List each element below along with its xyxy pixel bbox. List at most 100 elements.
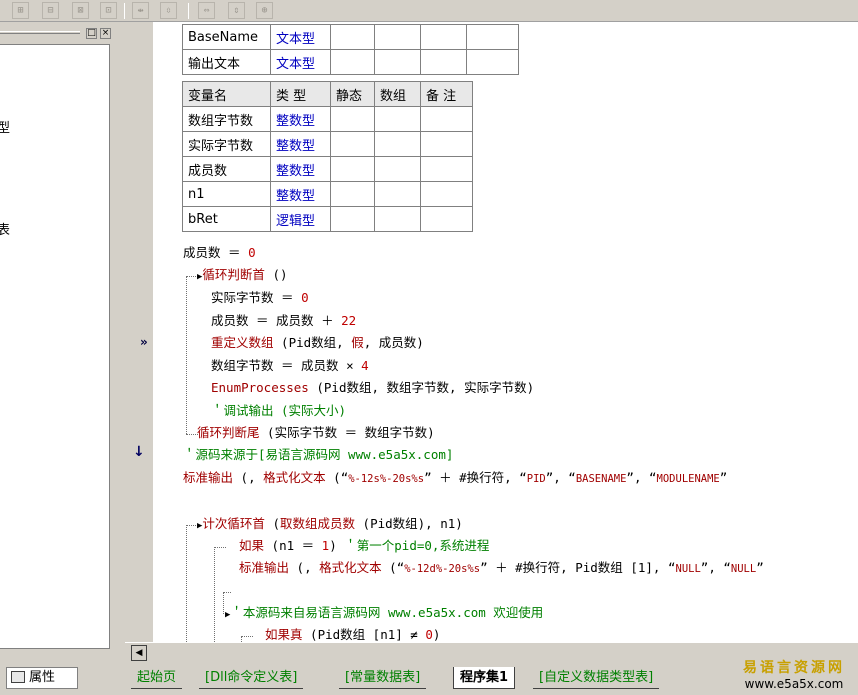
table-row[interactable]: n1 整数型	[182, 181, 473, 207]
code-number: 0	[301, 290, 309, 305]
code-line[interactable]: ＇调试输出 (实际大小)	[211, 401, 346, 421]
code-string: MODULENAME	[656, 473, 720, 485]
array-cell[interactable]	[374, 49, 421, 75]
array-cell[interactable]	[374, 181, 421, 207]
ref-cell[interactable]	[420, 49, 467, 75]
code-line[interactable]: 标准输出 (, 格式化文本 (“%-12s%-20s%s” ＋ #换行符, “P…	[183, 468, 727, 488]
header-cell: 静态	[330, 81, 375, 107]
property-tab[interactable]: 属性	[6, 667, 78, 689]
static-cell[interactable]	[330, 156, 375, 182]
remark-cell[interactable]	[466, 49, 519, 75]
code-number: 4	[361, 358, 369, 373]
close-icon[interactable]: ×	[100, 28, 111, 39]
code-text: ”, “	[545, 470, 576, 485]
tab-constants[interactable]: [常量数据表]	[339, 667, 427, 689]
code-line[interactable]: 成员数 ＝ 成员数 ＋ 22	[211, 311, 356, 331]
space-vertical-icon[interactable]: ⇳	[160, 2, 177, 19]
same-height-icon[interactable]: ⇕	[228, 2, 245, 19]
code-area[interactable]: BaseName 文本型 输出文本 文本型 变量名 类 型 静态 数组 备 注 …	[153, 22, 858, 642]
static-cell[interactable]	[330, 181, 375, 207]
remark-cell[interactable]	[420, 181, 473, 207]
if-guide	[223, 592, 231, 593]
array-cell[interactable]	[374, 106, 421, 132]
var-name-cell[interactable]: 实际字节数	[182, 131, 271, 157]
tab-start-page[interactable]: 起始页	[131, 667, 183, 689]
remark-cell[interactable]	[420, 131, 473, 157]
code-text: ()	[264, 267, 288, 282]
table-row[interactable]: 实际字节数 整数型	[182, 131, 473, 157]
var-type-cell[interactable]: 整数型	[270, 156, 331, 182]
array-cell[interactable]	[374, 24, 421, 50]
var-type-cell[interactable]: 整数型	[270, 131, 331, 157]
var-type-cell[interactable]: 整数型	[270, 106, 331, 132]
var-type-cell[interactable]: 逻辑型	[270, 206, 331, 232]
code-line[interactable]: ▶计次循环首 (取数组成员数 (Pid数组), n1)	[197, 514, 463, 534]
code-keyword: 格式化文本	[319, 560, 382, 575]
var-name-cell[interactable]: n1	[182, 181, 271, 207]
code-text: )	[329, 538, 345, 553]
var-name-cell[interactable]: 输出文本	[182, 49, 271, 75]
align-center-icon[interactable]: ⊟	[42, 2, 59, 19]
array-cell[interactable]	[374, 206, 421, 232]
scroll-left-icon[interactable]: ◀	[131, 645, 147, 661]
code-line[interactable]: 循环判断尾 (实际字节数 ＝ 数组字节数)	[197, 423, 435, 443]
remark-cell[interactable]	[466, 24, 519, 50]
panel-grip[interactable]	[0, 31, 80, 34]
var-type-cell[interactable]: 整数型	[270, 181, 331, 207]
code-line[interactable]: 重定义数组 (Pid数组, 假, 成员数)	[211, 333, 424, 353]
code-line[interactable]: 如果 (n1 ＝ 1) ＇第一个pid=0,系统进程	[239, 536, 489, 556]
code-line[interactable]: 如果真 (Pid数组 [n1] ≠ 0)	[265, 625, 440, 642]
align-bottom-icon[interactable]: ⊡	[100, 2, 117, 19]
code-keyword: 标准输出	[183, 470, 234, 485]
space-horizontal-icon[interactable]: ⇹	[132, 2, 149, 19]
editor-gutter: » ↓	[125, 22, 153, 642]
static-cell[interactable]	[330, 131, 375, 157]
code-text: 成员数 ＝ 成员数 ＋	[211, 313, 342, 328]
align-top-icon[interactable]: ⊠	[72, 2, 89, 19]
align-left-icon[interactable]: ⊞	[12, 2, 29, 19]
code-editor[interactable]: » ↓ BaseName 文本型 输出文本 文本型 变量名 类 型 静态 数组 …	[125, 22, 858, 642]
code-line[interactable]: 数组字节数 ＝ 成员数 × 4	[211, 356, 369, 376]
table-row[interactable]: 输出文本 文本型	[182, 49, 519, 75]
code-text: ” ＋ #换行符, “	[424, 470, 527, 485]
code-text: (“	[381, 560, 405, 575]
code-number: 0	[425, 627, 433, 642]
table-row[interactable]: 成员数 整数型	[182, 156, 473, 182]
restore-icon[interactable]: □	[86, 28, 97, 39]
code-line[interactable]: 实际字节数 ＝ 0	[211, 288, 309, 308]
table-row[interactable]: bRet 逻辑型	[182, 206, 473, 232]
ref-cell[interactable]	[420, 24, 467, 50]
static-cell[interactable]	[330, 206, 375, 232]
remark-cell[interactable]	[420, 156, 473, 182]
var-name-cell[interactable]: bRet	[182, 206, 271, 232]
same-size-icon[interactable]: ⊕	[256, 2, 273, 19]
code-string: NULL	[675, 563, 701, 575]
code-line[interactable]: ▶循环判断首 ()	[197, 265, 288, 285]
remark-cell[interactable]	[420, 206, 473, 232]
code-text: (n1 ＝	[264, 538, 322, 553]
code-line[interactable]: EnumProcesses (Pid数组, 数组字节数, 实际字节数)	[211, 378, 534, 398]
var-name-cell[interactable]: 数组字节数	[182, 106, 271, 132]
panel-title-bar: □ ×	[0, 26, 117, 40]
array-cell[interactable]	[374, 156, 421, 182]
var-type-cell[interactable]: 文本型	[270, 49, 331, 75]
code-line[interactable]: 标准输出 (, 格式化文本 (“%-12d%-20s%s” ＋ #换行符, Pi…	[239, 558, 764, 578]
static-cell[interactable]	[330, 106, 375, 132]
var-type-cell[interactable]: 文本型	[270, 24, 331, 50]
remark-cell[interactable]	[420, 106, 473, 132]
static-cell[interactable]	[330, 24, 375, 50]
var-name-cell[interactable]: 成员数	[182, 156, 271, 182]
tab-dll-commands[interactable]: [Dll命令定义表]	[199, 667, 304, 689]
tab-program-set[interactable]: 程序集1	[453, 667, 516, 689]
tab-custom-types[interactable]: [自定义数据类型表]	[533, 667, 660, 689]
code-line[interactable]: ＇源码来源于[易语言源码网 www.e5a5x.com]	[183, 445, 453, 465]
array-cell[interactable]	[374, 131, 421, 157]
var-name-cell[interactable]: BaseName	[182, 24, 271, 50]
same-width-icon[interactable]: ⇔	[198, 2, 215, 19]
code-line[interactable]: 成员数 ＝ 0	[183, 243, 256, 263]
code-text: (,	[233, 470, 264, 485]
code-line[interactable]: ▶＇本源码来自易语言源码网 www.e5a5x.com 欢迎使用	[225, 603, 543, 623]
table-row[interactable]: BaseName 文本型	[182, 24, 519, 50]
table-row[interactable]: 数组字节数 整数型	[182, 106, 473, 132]
static-cell[interactable]	[330, 49, 375, 75]
